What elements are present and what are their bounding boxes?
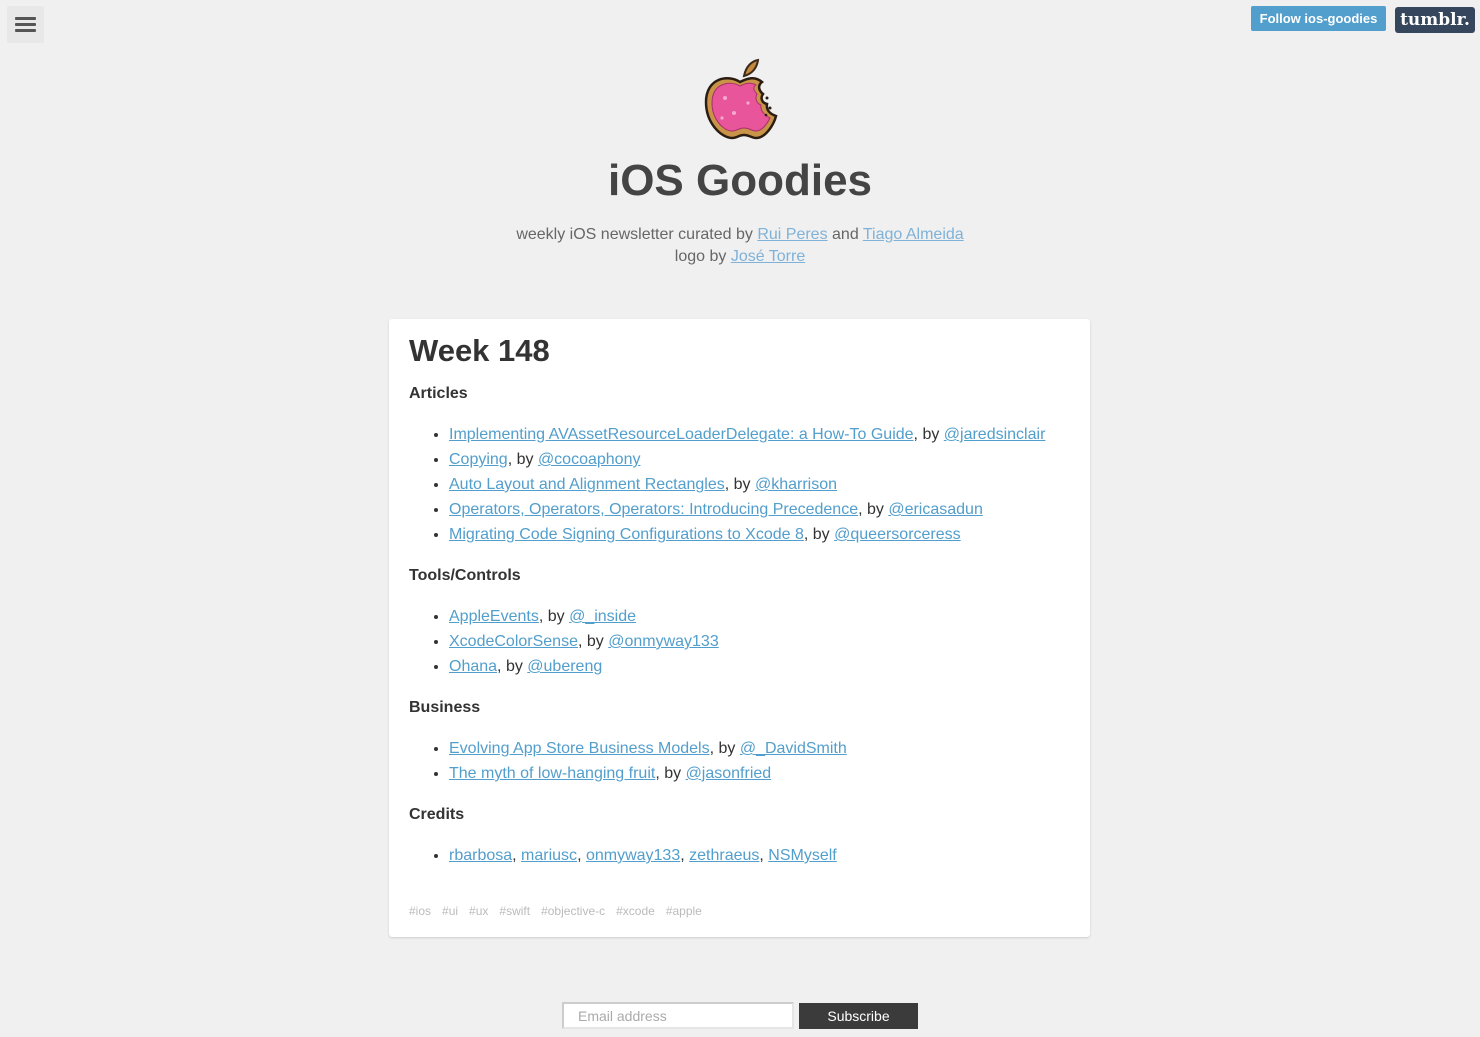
list-item: Operators, Operators, Operators: Introdu…: [449, 497, 1045, 522]
donut-apple-logo-icon: [704, 58, 778, 140]
menu-icon-bar: [15, 29, 36, 32]
author-link[interactable]: @onmyway133: [608, 633, 719, 650]
article-link[interactable]: Implementing AVAssetResourceLoaderDelega…: [449, 426, 914, 443]
tool-link[interactable]: XcodeColorSense: [449, 633, 578, 650]
tag-link[interactable]: #apple: [666, 904, 702, 918]
section-heading-tools-controls: Tools/Controls: [409, 567, 521, 584]
business-link[interactable]: Evolving App Store Business Models: [449, 740, 710, 757]
list-item: Evolving App Store Business Models, by @…: [449, 736, 847, 761]
articles-list: Implementing AVAssetResourceLoaderDelega…: [409, 422, 1045, 547]
list-item: rbarbosa, mariusc, onmyway133, zethraeus…: [449, 843, 837, 868]
list-item: XcodeColorSense, by @onmyway133: [449, 629, 719, 654]
email-input[interactable]: [562, 1002, 794, 1029]
tag-link[interactable]: #objective-c: [541, 904, 605, 918]
tag-link[interactable]: #ios: [409, 904, 431, 918]
credit-link[interactable]: rbarbosa: [449, 847, 512, 864]
by-text: , by: [858, 501, 889, 518]
list-item: Implementing AVAssetResourceLoaderDelega…: [449, 422, 1045, 447]
by-text: , by: [497, 658, 528, 675]
logo-credit-text: logo by: [674, 248, 731, 265]
section-heading-business: Business: [409, 699, 481, 716]
subscribe-form: Subscribe: [562, 1002, 918, 1029]
author-link[interactable]: @ericasadun: [888, 501, 983, 518]
author-link[interactable]: @ubereng: [527, 658, 602, 675]
author-link[interactable]: @queersorceress: [834, 526, 961, 543]
menu-icon-bar: [15, 23, 36, 26]
list-item: Auto Layout and Alignment Rectangles, by…: [449, 472, 1045, 497]
article-link[interactable]: Auto Layout and Alignment Rectangles: [449, 476, 725, 493]
list-item: AppleEvents, by @_inside: [449, 604, 719, 629]
curator-link-rui-peres[interactable]: Rui Peres: [757, 226, 827, 243]
tool-link[interactable]: Ohana: [449, 658, 497, 675]
section-heading-credits: Credits: [409, 806, 465, 823]
by-text: , by: [724, 476, 755, 493]
business-link[interactable]: The myth of low-hanging fruit: [449, 765, 655, 782]
by-text: , by: [577, 633, 609, 650]
post-tags: #ios #ui #ux #swift #objective-c #xcode #apple: [409, 904, 713, 918]
description-text: weekly iOS newsletter curated by: [516, 226, 758, 243]
author-link[interactable]: @cocoaphony: [538, 451, 641, 468]
credits-list: rbarbosa, mariusc, onmyway133, zethraeus…: [409, 843, 837, 868]
tag-link[interactable]: #xcode: [616, 904, 655, 918]
post-title: Week 148: [409, 333, 550, 368]
list-item: Copying, by @cocoaphony: [449, 447, 1045, 472]
tag-link[interactable]: #ui: [442, 904, 458, 918]
site-title: iOS Goodies: [607, 156, 873, 205]
separator: ,: [512, 847, 522, 864]
separator: ,: [759, 847, 769, 864]
follow-button[interactable]: Follow ios-goodies: [1251, 6, 1386, 31]
business-list: Evolving App Store Business Models, by @…: [409, 736, 847, 786]
author-link[interactable]: @_DavidSmith: [740, 740, 847, 757]
tool-link[interactable]: AppleEvents: [449, 608, 539, 625]
tag-link[interactable]: #swift: [499, 904, 530, 918]
section-heading-articles: Articles: [409, 385, 468, 402]
by-text: , by: [913, 426, 944, 443]
post-card: Week 148 Articles Implementing AVAssetRe…: [389, 319, 1090, 937]
credit-link[interactable]: zethraeus: [689, 847, 759, 864]
article-link[interactable]: Copying: [449, 451, 508, 468]
by-text: , by: [538, 608, 570, 625]
article-link[interactable]: Operators, Operators, Operators: Introdu…: [449, 501, 858, 518]
tumblr-logo-button[interactable]: tumblr.: [1395, 7, 1475, 33]
logo-author-link[interactable]: José Torre: [731, 248, 805, 265]
menu-icon: [15, 17, 36, 20]
credit-link[interactable]: onmyway133: [586, 847, 680, 864]
article-link[interactable]: Migrating Code Signing Configurations to…: [449, 526, 804, 543]
separator: ,: [680, 847, 690, 864]
author-link[interactable]: @kharrison: [755, 476, 837, 493]
author-link[interactable]: @jasonfried: [686, 765, 772, 782]
credit-link[interactable]: mariusc: [521, 847, 577, 864]
author-link[interactable]: @_inside: [569, 608, 636, 625]
list-item: The myth of low-hanging fruit, by @jason…: [449, 761, 847, 786]
tools-list: AppleEvents, by @_inside XcodeColorSense…: [409, 604, 719, 679]
tag-link[interactable]: #ux: [469, 904, 488, 918]
author-link[interactable]: @jaredsinclair: [944, 426, 1046, 443]
by-text: , by: [803, 526, 835, 543]
curator-link-tiago-almeida[interactable]: Tiago Almeida: [863, 226, 964, 243]
menu-button[interactable]: [7, 6, 44, 43]
credit-link[interactable]: NSMyself: [768, 847, 836, 864]
by-text: , by: [709, 740, 740, 757]
list-item: Ohana, by @ubereng: [449, 654, 719, 679]
description-and: and: [827, 226, 863, 243]
separator: ,: [577, 847, 586, 864]
list-item: Migrating Code Signing Configurations to…: [449, 522, 1045, 547]
site-description: weekly iOS newsletter curated by Rui Per…: [0, 224, 1480, 268]
by-text: , by: [507, 451, 538, 468]
by-text: , by: [655, 765, 686, 782]
subscribe-button[interactable]: Subscribe: [799, 1003, 918, 1029]
